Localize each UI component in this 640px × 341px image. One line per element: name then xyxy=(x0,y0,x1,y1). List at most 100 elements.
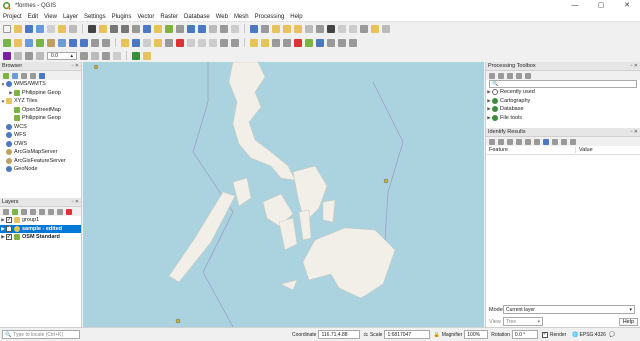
map-svg[interactable] xyxy=(83,62,484,327)
layer-item-sample-edited[interactable]: ▶ ✓ sample - edited xyxy=(0,224,81,233)
panel-close-icon[interactable]: ▫ ✕ xyxy=(72,199,79,205)
messages-icon[interactable]: 💬 xyxy=(609,332,615,338)
browser-item-wcs[interactable]: WCS xyxy=(0,123,81,132)
new-layer-icon[interactable] xyxy=(14,38,22,47)
clear-results-icon[interactable] xyxy=(516,138,522,145)
spin-up-icon[interactable]: ▴ xyxy=(70,53,73,59)
layer-labeling-icon[interactable] xyxy=(261,38,269,47)
panel-close-icon[interactable]: ▫ ✕ xyxy=(631,63,638,69)
digitize-icon[interactable] xyxy=(143,38,151,47)
layer-styling-icon[interactable] xyxy=(3,208,9,215)
models-icon[interactable] xyxy=(489,72,495,79)
locator-input[interactable]: 🔍 Type to locate (Ctrl+K) xyxy=(2,330,80,339)
move-label-icon[interactable] xyxy=(294,38,302,47)
copy-features-icon[interactable] xyxy=(198,38,206,47)
snapping-icon[interactable] xyxy=(3,51,11,60)
edit-icon[interactable] xyxy=(121,38,129,47)
sample-point[interactable] xyxy=(175,318,181,324)
layer-item-group1[interactable]: ▶ ✓ group1 xyxy=(0,216,81,225)
expand-new-results-icon[interactable] xyxy=(507,138,513,145)
help-button[interactable]: Help xyxy=(618,317,638,326)
menu-help[interactable]: Help xyxy=(287,14,305,20)
identify-by-polygon-icon[interactable] xyxy=(552,138,558,145)
menu-plugins[interactable]: Plugins xyxy=(109,14,135,20)
panel-close-icon[interactable]: ▫ ✕ xyxy=(631,129,638,135)
coordinate-input[interactable]: 116.71,4.88 xyxy=(318,330,361,339)
results-viewer-icon[interactable] xyxy=(507,72,513,79)
column-header-feature[interactable]: Feature xyxy=(486,147,576,153)
filter-icon[interactable] xyxy=(21,72,27,79)
browser-item-wms[interactable]: ▼ WMS/WMTS xyxy=(0,80,81,89)
attribute-table-icon[interactable] xyxy=(305,24,313,33)
layer-visibility-checkbox[interactable]: ✓ xyxy=(6,217,12,224)
deselect-icon[interactable] xyxy=(294,24,302,33)
menu-mesh[interactable]: Mesh xyxy=(231,14,252,20)
pin-labels-icon[interactable] xyxy=(272,38,280,47)
history-icon[interactable] xyxy=(498,72,504,79)
expand-tree-icon[interactable] xyxy=(489,138,495,145)
temporal-controller-icon[interactable] xyxy=(220,24,228,33)
snap-units-icon[interactable] xyxy=(36,51,44,60)
zoom-in-icon[interactable] xyxy=(110,24,118,33)
refresh-icon[interactable] xyxy=(231,24,239,33)
browser-item-philippine-geop-wms[interactable]: ▶ Philippine Geop xyxy=(0,89,81,98)
topology-icon[interactable] xyxy=(80,51,88,60)
processing-toolbox-icon[interactable] xyxy=(338,38,346,47)
collapse-tree-icon[interactable] xyxy=(498,138,504,145)
self-snap-icon[interactable] xyxy=(113,51,121,60)
zoom-out-icon[interactable] xyxy=(121,24,129,33)
menu-raster[interactable]: Raster xyxy=(157,14,181,20)
save-project-icon[interactable] xyxy=(25,24,33,33)
open-project-icon[interactable] xyxy=(14,24,22,33)
browser-item-ows[interactable]: OWS xyxy=(0,140,81,149)
python-console-icon[interactable] xyxy=(327,38,335,47)
maximize-button[interactable]: ▢ xyxy=(588,0,614,12)
menu-vector[interactable]: Vector xyxy=(134,14,157,20)
delete-selected-icon[interactable] xyxy=(176,38,184,47)
zoom-next-icon[interactable] xyxy=(198,24,206,33)
close-button[interactable]: ✕ xyxy=(614,0,640,12)
filter-legend-icon[interactable] xyxy=(30,208,36,215)
manage-themes-icon[interactable] xyxy=(21,208,27,215)
show-hide-labels-icon[interactable] xyxy=(283,38,291,47)
scale-input[interactable]: 1:6817047 xyxy=(384,330,431,339)
edit-features-in-place-icon[interactable] xyxy=(516,72,522,79)
snap-tolerance-input[interactable]: 0.0 ▴ xyxy=(47,51,77,60)
processing-search-input[interactable]: 🔍 xyxy=(489,80,637,88)
zoom-last-icon[interactable] xyxy=(187,24,195,33)
field-calculator-icon[interactable] xyxy=(316,24,324,33)
graphical-modeler-icon[interactable] xyxy=(349,38,357,47)
menu-project[interactable]: Project xyxy=(0,14,25,20)
save-edits-icon[interactable] xyxy=(132,38,140,47)
select-features-icon[interactable] xyxy=(272,24,280,33)
zoom-full-icon[interactable] xyxy=(143,24,151,33)
menu-processing[interactable]: Processing xyxy=(252,14,288,20)
identify-features-icon[interactable] xyxy=(543,138,549,145)
help-icon[interactable] xyxy=(570,138,576,145)
add-mesh-icon[interactable] xyxy=(47,38,55,47)
measure-icon[interactable] xyxy=(338,24,346,33)
browser-item-xyz-tiles[interactable]: ▼ XYZ Tiles xyxy=(0,97,81,106)
refresh-icon[interactable] xyxy=(12,72,18,79)
add-csv-icon[interactable] xyxy=(58,38,66,47)
paste-features-icon[interactable] xyxy=(209,38,217,47)
zoom-selection-icon[interactable] xyxy=(154,24,162,33)
pan-icon[interactable] xyxy=(88,24,96,33)
statistics-sigma-icon[interactable] xyxy=(327,24,335,33)
zoom-layer-icon[interactable] xyxy=(165,24,173,33)
change-label-icon[interactable] xyxy=(316,38,324,47)
text-annotation-icon[interactable] xyxy=(371,24,379,33)
layer-visibility-checkbox[interactable]: ✓ xyxy=(6,225,12,232)
sample-point[interactable] xyxy=(93,64,99,70)
layer-item-osm-standard[interactable]: ▶ ✓ OSM Standard xyxy=(0,233,81,242)
map-canvas[interactable] xyxy=(83,62,484,327)
lock-scale-icon[interactable]: 🔒 xyxy=(433,332,439,338)
panel-close-icon[interactable]: ▫ ✕ xyxy=(72,63,79,69)
minimize-button[interactable]: — xyxy=(562,0,588,12)
identify-settings-icon[interactable] xyxy=(561,138,567,145)
map-tips-icon[interactable] xyxy=(349,24,357,33)
copy-feature-icon[interactable] xyxy=(525,138,531,145)
expand-all-icon[interactable] xyxy=(48,208,54,215)
magnifier-input[interactable]: 100% xyxy=(464,330,489,339)
processing-item-cartography[interactable]: ▶ Cartography xyxy=(486,97,640,106)
